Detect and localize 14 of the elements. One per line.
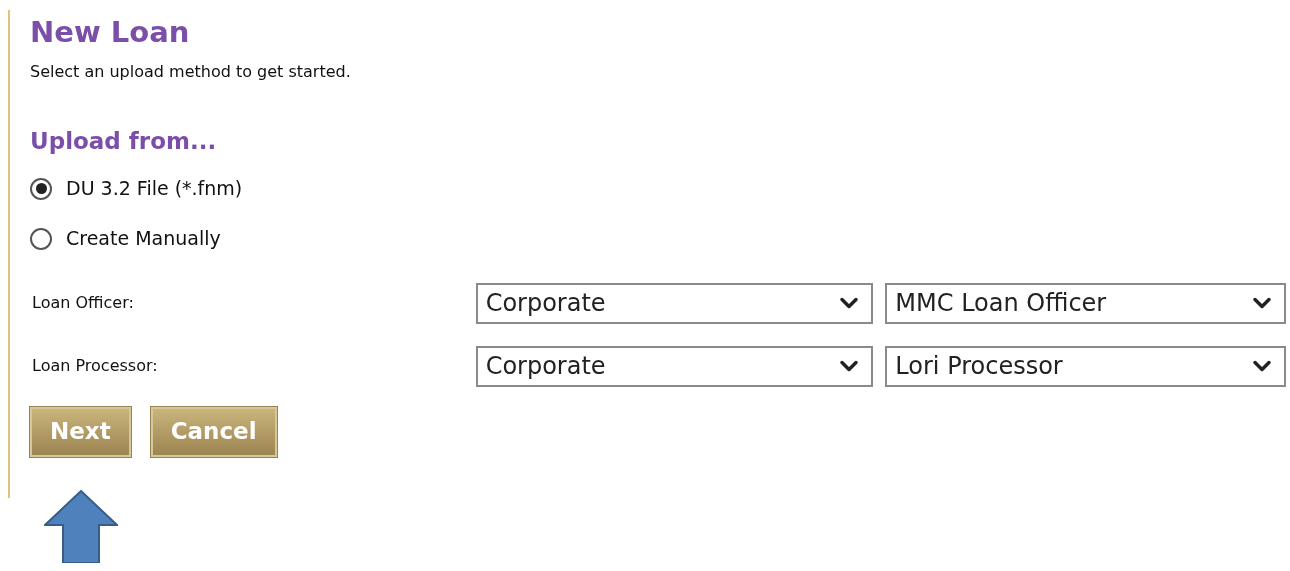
dropdown[interactable]: MMC Loan Officer [885,282,1286,324]
up-arrow-icon [44,490,118,563]
field-label: Loan Officer: [31,292,135,314]
radio-label: Create Manually [66,226,221,252]
radio-button[interactable] [30,177,52,200]
radio-label: DU 3.2 File (*.fnm) [66,176,243,202]
subtitle: Select an upload method to get started. [30,61,352,83]
page-title: New Loan [30,14,191,51]
dropdown[interactable]: Corporate [475,345,874,387]
dropdown[interactable]: Corporate [475,282,874,324]
field-label: Loan Processor: [31,355,159,377]
dropdown[interactable]: Lori Processor [885,345,1286,387]
section-heading: Upload from... [30,127,218,156]
radio-button[interactable] [30,227,52,250]
